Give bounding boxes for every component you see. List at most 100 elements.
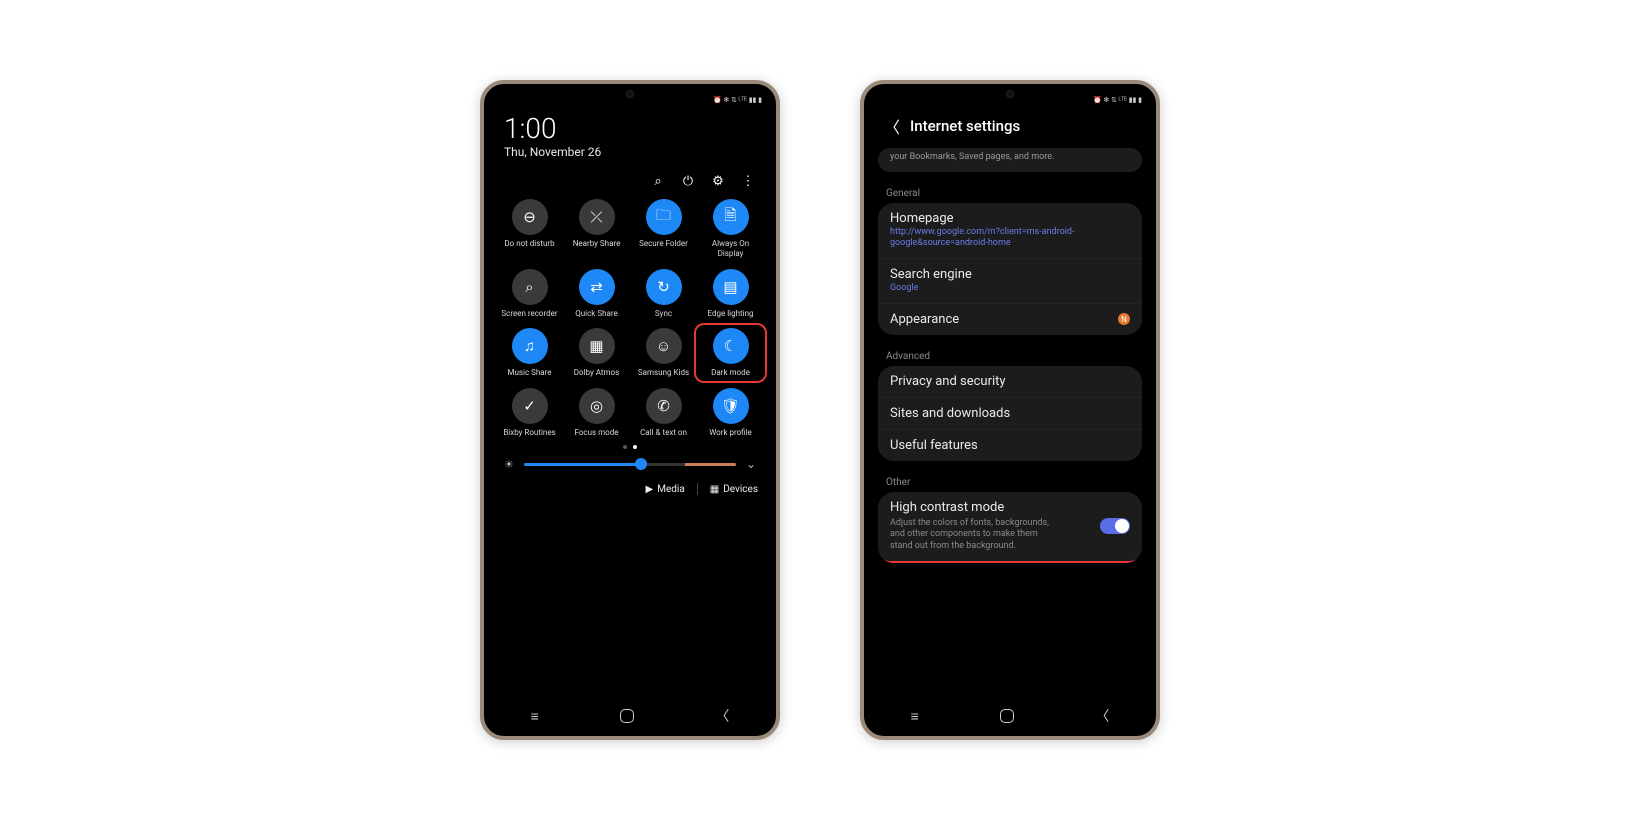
power-icon[interactable]: ⏻	[680, 173, 696, 189]
brightness-icon: ☀	[504, 458, 514, 471]
home-button[interactable]	[620, 709, 634, 723]
tile-dark-mode-icon[interactable]: ☾	[713, 328, 749, 364]
play-icon: ▶	[646, 484, 654, 495]
tile-edge-lighting[interactable]: ▤ Edge lighting	[699, 269, 762, 319]
back-icon[interactable]: 〈	[884, 114, 900, 138]
tile-bixby-routines-icon[interactable]: ✓	[512, 388, 548, 424]
row-high-contrast[interactable]: High contrast mode Adjust the colors of …	[878, 492, 1142, 563]
clock-date: Thu, November 26	[504, 145, 756, 159]
row-title: Appearance	[890, 312, 1118, 327]
tile-aod-icon[interactable]: 🗎	[713, 199, 749, 235]
brightness-slider[interactable]	[524, 463, 736, 466]
home-button[interactable]	[1000, 709, 1014, 723]
media-button[interactable]: ▶ Media	[646, 484, 685, 495]
tile-secure-folder-label: Secure Folder	[639, 239, 688, 249]
tile-music-share[interactable]: ♫ Music Share	[498, 328, 561, 378]
tile-aod[interactable]: 🗎 Always On Display	[699, 199, 762, 258]
tile-samsung-kids-label: Samsung Kids	[638, 368, 689, 378]
quick-settings-grid: ⊖ Do not disturb ⤫ Nearby Share 🗀 Secure Fold…	[490, 193, 770, 437]
tile-focus-mode-icon[interactable]: ◎	[579, 388, 615, 424]
tile-secure-folder[interactable]: 🗀 Secure Folder	[632, 199, 695, 258]
devices-button[interactable]: ▦ Devices	[710, 484, 758, 495]
tile-call-text[interactable]: ✆Call & text on	[632, 388, 695, 438]
tile-screen-recorder-icon[interactable]: ⌕	[512, 269, 548, 305]
grid-icon: ▦	[710, 484, 719, 495]
tile-sync-label: Sync	[655, 309, 672, 319]
tile-quick-share-icon[interactable]: ⇄	[579, 269, 615, 305]
search-icon[interactable]: ⌕	[650, 173, 666, 189]
tile-bixby-routines-label: Bixby Routines	[503, 428, 555, 438]
recents-button[interactable]: ≡	[911, 708, 919, 725]
new-badge-icon: N	[1118, 313, 1130, 325]
tile-dolby-atmos[interactable]: ▦ Dolby Atmos	[565, 328, 628, 378]
page-title: Internet settings	[910, 117, 1020, 135]
phone-quick-settings: ⏰ ✻ ⇅ ᴸᵀᴱ ▮▮ ▮ 1:00 Thu, November 26 ⌕ ⏻…	[480, 80, 780, 740]
tile-edge-lighting-icon[interactable]: ▤	[713, 269, 749, 305]
nav-bar: ≡ 〈	[490, 702, 770, 730]
row-useful-features[interactable]: Useful features	[878, 429, 1142, 461]
tile-bixby-routines[interactable]: ✓ Bixby Routines	[498, 388, 561, 438]
tile-samsung-kids[interactable]: ☺ Samsung Kids	[632, 328, 695, 378]
tile-samsung-kids-icon[interactable]: ☺	[646, 328, 682, 364]
tile-work-profile-icon[interactable]: 🛡	[713, 388, 749, 424]
media-label: Media	[657, 484, 685, 495]
brightness-row: ☀ ⌄	[490, 449, 770, 475]
tile-dnd-label: Do not disturb	[504, 239, 554, 249]
tile-nearby-share[interactable]: ⤫ Nearby Share	[565, 199, 628, 258]
tile-nearby-share-icon[interactable]: ⤫	[579, 199, 615, 235]
tile-nearby-share-label: Nearby Share	[573, 239, 621, 249]
status-icons: ⏰ ✻ ⇅ ᴸᵀᴱ ▮▮ ▮	[1093, 96, 1142, 104]
section-label-other: Other	[878, 469, 1142, 492]
more-icon[interactable]: ⋮	[740, 173, 756, 189]
settings-scroll[interactable]: your Bookmarks, Saved pages, and more. G…	[870, 148, 1150, 702]
tile-sync[interactable]: ↻ Sync	[632, 269, 695, 319]
tile-call-text-icon[interactable]: ✆	[646, 388, 682, 424]
tile-sync-icon[interactable]: ↻	[646, 269, 682, 305]
high-contrast-toggle[interactable]	[1100, 518, 1130, 534]
row-privacy-security[interactable]: Privacy and security	[878, 366, 1142, 397]
section-label-general: General	[878, 180, 1142, 203]
row-appearance[interactable]: Appearance N	[878, 303, 1142, 335]
row-subtitle: Google	[890, 283, 1130, 295]
back-button[interactable]: 〈	[1095, 706, 1109, 726]
tile-dolby-atmos-icon[interactable]: ▦	[579, 328, 615, 364]
tile-secure-folder-icon[interactable]: 🗀	[646, 199, 682, 235]
tile-dark-mode-label: Dark mode	[711, 368, 750, 378]
tile-dnd-icon[interactable]: ⊖	[512, 199, 548, 235]
tile-dark-mode[interactable]: ☾ Dark mode	[699, 328, 762, 378]
row-title: Sites and downloads	[890, 406, 1130, 421]
tile-dnd[interactable]: ⊖ Do not disturb	[498, 199, 561, 258]
tile-focus-mode[interactable]: ◎ Focus mode	[565, 388, 628, 438]
row-title: High contrast mode	[890, 500, 1100, 515]
row-sites-downloads[interactable]: Sites and downloads	[878, 397, 1142, 429]
row-title: Search engine	[890, 267, 1130, 282]
chevron-down-icon[interactable]: ⌄	[746, 457, 756, 471]
tile-edge-lighting-label: Edge lighting	[708, 309, 754, 319]
recents-button[interactable]: ≡	[531, 708, 539, 725]
tile-screen-recorder[interactable]: ⌕ Screen recorder	[498, 269, 561, 319]
devices-label: Devices	[723, 484, 758, 495]
tile-work-profile-label: Work profile	[709, 428, 752, 438]
tile-dolby-atmos-label: Dolby Atmos	[574, 368, 619, 378]
tile-quick-share[interactable]: ⇄ Quick Share	[565, 269, 628, 319]
gear-icon[interactable]: ⚙	[710, 173, 726, 189]
tile-quick-share-label: Quick Share	[575, 309, 617, 319]
row-title: Privacy and security	[890, 374, 1130, 389]
tile-focus-mode-label: Focus mode	[575, 428, 619, 438]
status-icons: ⏰ ✻ ⇅ ᴸᵀᴱ ▮▮ ▮	[713, 96, 762, 104]
nav-bar: ≡ 〈	[870, 702, 1150, 730]
row-homepage[interactable]: Homepage http://www.google.com/m?client=…	[878, 203, 1142, 258]
row-search-engine[interactable]: Search engine Google	[878, 258, 1142, 303]
tile-work-profile[interactable]: 🛡 Work profile	[699, 388, 762, 438]
brightness-thumb[interactable]	[635, 458, 647, 470]
tile-aod-label: Always On Display	[701, 239, 761, 258]
row-title: Useful features	[890, 438, 1130, 453]
tile-music-share-icon[interactable]: ♫	[512, 328, 548, 364]
row-title: Homepage	[890, 211, 1130, 226]
tile-music-share-label: Music Share	[507, 368, 551, 378]
phone-internet-settings: ⏰ ✻ ⇅ ᴸᵀᴱ ▮▮ ▮ 〈 Internet settings your …	[860, 80, 1160, 740]
sync-account-description: your Bookmarks, Saved pages, and more.	[878, 148, 1142, 172]
back-button[interactable]: 〈	[715, 706, 729, 726]
tile-screen-recorder-label: Screen recorder	[501, 309, 557, 319]
separator	[697, 483, 698, 495]
